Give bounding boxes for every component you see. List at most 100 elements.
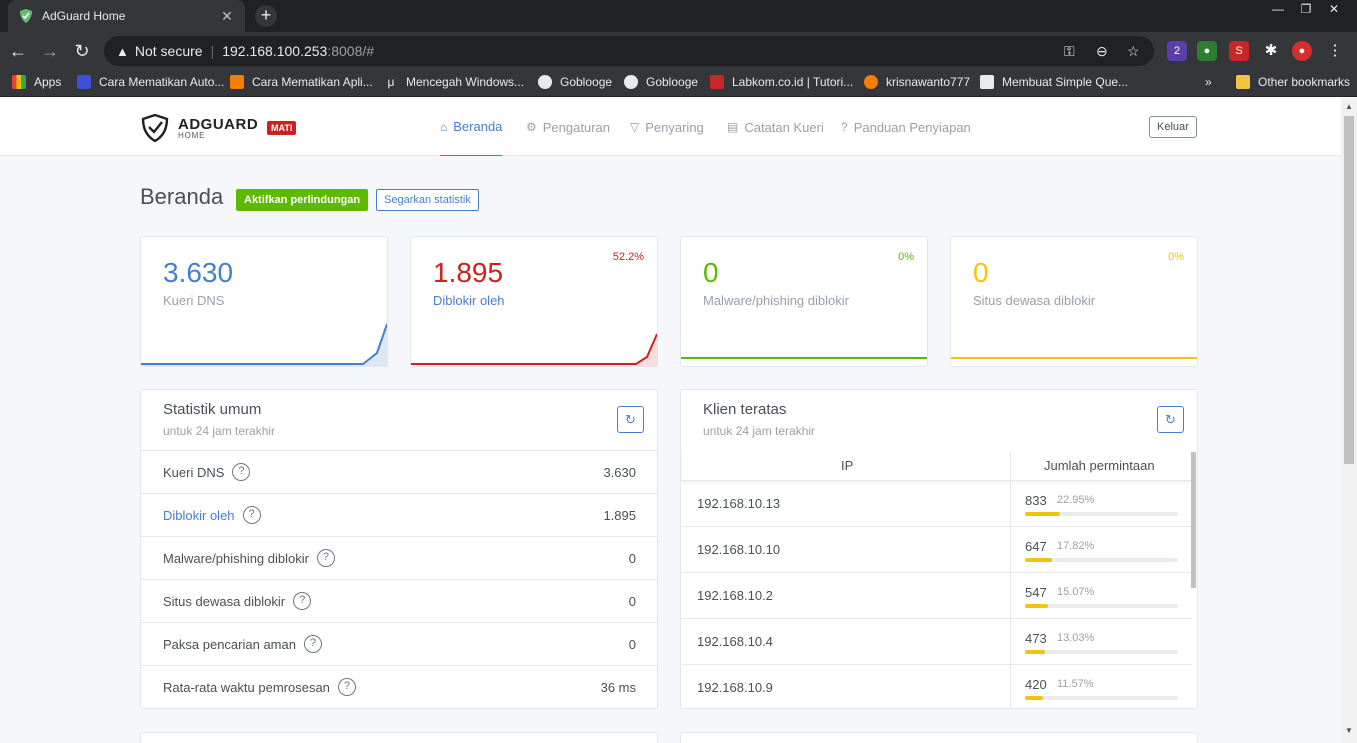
nav-pengaturan[interactable]: ⚙ Pengaturan	[526, 98, 610, 156]
bookmark-label: krisnawanto777	[886, 75, 971, 89]
bookmark-item[interactable]: Cara Mematikan Auto...	[77, 75, 224, 89]
zoom-icon[interactable]: ⊖	[1096, 43, 1108, 60]
scroll-up-icon[interactable]: ▲	[1345, 102, 1353, 111]
refresh-icon[interactable]: ↻	[617, 406, 644, 433]
address-bar[interactable]: ▲ Not secure | 192.168.100.253:8008/# ⚿ …	[104, 36, 1154, 66]
status-badge: MATI	[267, 121, 297, 135]
sparkline	[141, 323, 387, 366]
logo-title: ADGUARD	[178, 115, 259, 133]
stat-row-value: 0	[628, 550, 636, 566]
refresh-icon[interactable]: ↻	[1157, 406, 1184, 433]
stat-card-adult[interactable]: 0 Situs dewasa diblokir 0%	[950, 236, 1198, 367]
help-icon[interactable]: ?	[316, 549, 335, 567]
bookmark-label: Cara Mematikan Auto...	[99, 75, 225, 89]
stat-row: Paksa pencarian aman? 0	[141, 622, 657, 665]
nav-penyaring[interactable]: ▽ Penyaring	[630, 98, 704, 156]
help-icon[interactable]: ?	[232, 463, 251, 481]
logout-button[interactable]: Keluar	[1149, 116, 1197, 138]
extension-globe-icon[interactable]: ●	[1197, 41, 1217, 61]
stat-row-label: Paksa pencarian aman	[163, 636, 296, 652]
help-icon[interactable]: ?	[242, 506, 261, 524]
stat-row: Kueri DNS? 3.630	[141, 450, 657, 493]
progress-bar	[1025, 696, 1178, 700]
nav-beranda[interactable]: ⌂ Beranda	[440, 98, 503, 156]
bookmark-item[interactable]: Membuat Simple Que...	[980, 75, 1128, 89]
adguard-shield-icon	[20, 9, 32, 23]
stat-row-link[interactable]: Diblokir oleh	[163, 508, 235, 523]
bookmark-item[interactable]: Cara Mematikan Apli...	[230, 75, 373, 89]
folder-icon	[1236, 75, 1250, 89]
table-row[interactable]: 192.168.10.13 833 22.95%	[682, 481, 1192, 527]
stat-percent: 52.2%	[612, 251, 644, 263]
other-bookmarks-label: Other bookmarks	[1258, 75, 1351, 89]
table-row[interactable]: 192.168.10.2 547 15.07%	[682, 573, 1192, 619]
table-scrollbar[interactable]	[1191, 452, 1196, 588]
top-clients-card: Klien teratas untuk 24 jam terakhir ↻ IP…	[680, 389, 1198, 709]
reload-icon[interactable]: ↻	[72, 41, 92, 61]
bookmark-item[interactable]: Goblooge	[624, 75, 698, 89]
browser-toolbar: ← → ↻ ▲ Not secure | 192.168.100.253:800…	[0, 32, 1357, 70]
k-icon	[864, 75, 878, 89]
extension-icon[interactable]: 2	[1167, 41, 1187, 61]
extension-s-icon[interactable]: S	[1229, 41, 1249, 61]
stat-row-label: Rata-rata waktu pemrosesan	[163, 679, 330, 695]
client-percent: 22.95%	[1057, 494, 1095, 506]
nav-catatan-kueri[interactable]: ▤ Catatan Kueri	[727, 98, 824, 156]
page-title: Beranda	[140, 184, 224, 209]
stat-card-malware[interactable]: 0 Malware/phishing diblokir 0%	[680, 236, 928, 367]
bookmarks-overflow-label: »	[1205, 75, 1212, 89]
back-icon[interactable]: ←	[8, 41, 28, 61]
client-count: 833	[1025, 493, 1047, 508]
close-window-icon[interactable]: ✕	[1318, 0, 1350, 20]
refresh-stats-button[interactable]: Segarkan statistik	[376, 189, 479, 211]
close-tab-icon[interactable]: ✕	[219, 8, 235, 25]
adguard-logo[interactable]: ADGUARD HOME	[140, 113, 258, 143]
key-icon[interactable]: ⚿	[1064, 43, 1075, 60]
progress-bar	[1025, 558, 1178, 562]
new-tab-button[interactable]: +	[255, 5, 277, 27]
avatar[interactable]: ●	[1292, 41, 1312, 61]
column-header-count[interactable]: Jumlah permintaan	[1044, 458, 1155, 473]
table-row[interactable]: 192.168.10.9 420 11.57%	[682, 665, 1192, 708]
scroll-down-icon[interactable]: ▼	[1345, 726, 1353, 735]
help-icon[interactable]: ?	[303, 635, 322, 653]
labkom-icon	[710, 75, 724, 89]
bookmark-item[interactable]: Labkom.co.id | Tutori...	[710, 75, 853, 89]
browser-tab[interactable]: AdGuard Home ✕	[8, 0, 245, 32]
sparkline	[411, 333, 657, 366]
client-ip: 192.168.10.4	[697, 634, 773, 649]
table-row[interactable]: 192.168.10.10 647 17.82%	[682, 527, 1192, 573]
enable-protection-button[interactable]: Aktifkan perlindungan	[236, 189, 369, 211]
stat-card-dns-queries[interactable]: 3.630 Kueri DNS	[140, 236, 388, 367]
url-host: 192.168.100.253	[222, 43, 328, 59]
help-icon[interactable]: ?	[337, 678, 356, 696]
puzzle-icon[interactable]: ✱	[1261, 41, 1281, 61]
table-row[interactable]: 192.168.10.4 473 13.03%	[682, 619, 1192, 665]
column-header-ip[interactable]: IP	[841, 458, 853, 473]
stat-row: Malware/phishing diblokir? 0	[141, 536, 657, 579]
stat-row-label: Malware/phishing diblokir	[163, 550, 309, 566]
nav-panduan-penyiapan[interactable]: ? Panduan Penyiapan	[841, 98, 971, 156]
not-secure-label: Not secure	[134, 43, 203, 59]
filter-icon: ▽	[630, 120, 640, 134]
other-bookmarks[interactable]: Other bookmarks	[1236, 75, 1350, 89]
bookmark-item[interactable]: krisnawanto777	[864, 75, 970, 89]
extension-badge: 2	[1173, 45, 1181, 57]
blogger-icon	[230, 75, 244, 89]
bookmark-favicon-icon	[77, 75, 91, 89]
bookmark-item[interactable]: Goblooge	[538, 75, 612, 89]
help-icon[interactable]: ?	[293, 592, 312, 610]
stat-label: Situs dewasa diblokir	[973, 293, 1096, 308]
page-scrollbar[interactable]: ▲ ▼	[1341, 98, 1357, 743]
scrollbar-thumb[interactable]	[1344, 116, 1354, 464]
bookmark-item[interactable]: μ Mencegah Windows...	[384, 75, 525, 89]
warning-icon: ▲	[116, 43, 129, 59]
bookmark-apps[interactable]: Apps	[12, 75, 61, 89]
kebab-menu-icon[interactable]: ⋮	[1325, 41, 1345, 61]
home-icon: ⌂	[440, 119, 448, 134]
stat-card-blocked[interactable]: 1.895 Diblokir oleh 52.2%	[410, 236, 658, 367]
bookmarks-overflow-icon[interactable]: »	[1205, 75, 1212, 89]
star-icon[interactable]: ☆	[1127, 43, 1140, 60]
client-percent: 17.82%	[1057, 540, 1095, 552]
forward-icon[interactable]: →	[40, 41, 60, 61]
